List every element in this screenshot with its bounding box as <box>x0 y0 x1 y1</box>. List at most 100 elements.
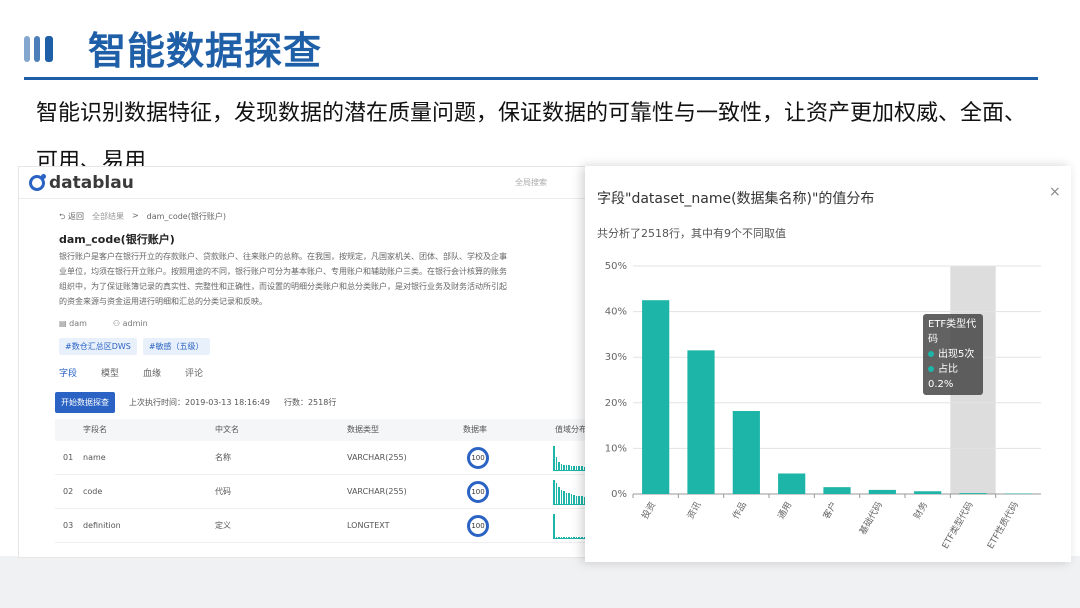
data-rate-badge: 100 <box>467 447 489 469</box>
x-tick-label: 投资 <box>639 500 658 522</box>
asset-description: 银行账户是客户在银行开立的存款账户、贷款账户、往来账户的总称。在我国，按规定，凡… <box>59 252 507 306</box>
teal-dot-icon <box>928 366 934 372</box>
datablau-logo[interactable]: datablau <box>29 173 134 193</box>
start-profiling-button[interactable]: 开始数据探查 <box>55 392 115 413</box>
sparkline-bar <box>570 465 573 470</box>
field-type: VARCHAR(255) <box>347 487 407 496</box>
app-topbar: datablau 全局搜索 <box>19 167 589 199</box>
profiling-bar: 开始数据探查 上次执行时间：2019-03-13 18:16:49 行数：251… <box>55 392 336 413</box>
asset-tabs: 字段 模型 血缘 评论 <box>59 366 203 379</box>
x-tick-label: ETF类型代码 <box>939 500 976 551</box>
sparkline-bar <box>560 536 563 538</box>
row-count: 行数：2518行 <box>283 398 337 407</box>
tooltip-title: ETF类型代码 <box>928 319 977 345</box>
bar <box>778 473 806 494</box>
breadcrumb-separator: > <box>131 211 139 220</box>
sparkline-bar <box>568 493 570 504</box>
datablau-logo-icon <box>29 174 46 191</box>
table-row[interactable]: 03 definition 定义 LONGTEXT 100 <box>55 509 589 543</box>
x-tick-label: 客户 <box>820 500 839 522</box>
header-distribution[interactable]: 值域分布 <box>555 419 587 441</box>
close-icon[interactable]: × <box>1049 184 1061 200</box>
field-type: VARCHAR(255) <box>347 453 407 462</box>
back-link[interactable]: ⮌ 返回 <box>59 211 84 225</box>
data-rate-badge: 100 <box>467 481 489 503</box>
row-number: 03 <box>63 521 74 530</box>
bar <box>959 493 987 494</box>
global-search-input[interactable]: 全局搜索 <box>501 174 589 192</box>
tab-fields[interactable]: 字段 <box>59 366 77 379</box>
bar <box>914 491 942 494</box>
tab-lineage[interactable]: 血缘 <box>143 366 161 379</box>
field-cn-name: 代码 <box>215 487 231 496</box>
value-distribution-dialog: 字段"dataset_name(数据集名称)"的值分布 × 共分析了2518行，… <box>585 166 1071 562</box>
asset-meta: ▤ dam ⚇ admin <box>59 319 148 328</box>
y-tick-label: 10% <box>605 443 627 454</box>
header-data-type[interactable]: 数据类型 <box>347 419 379 441</box>
last-run-time: 上次执行时间：2019-03-13 18:16:49 <box>129 398 270 407</box>
sparkline-bar <box>553 480 555 504</box>
dialog-title: 字段"dataset_name(数据集名称)"的值分布 <box>597 191 875 207</box>
breadcrumb-results[interactable]: 全部结果 <box>92 211 124 225</box>
header-field-name[interactable]: 字段名 <box>83 419 107 441</box>
y-tick-label: 30% <box>605 352 627 363</box>
sparkline-bar <box>563 491 565 504</box>
sparkline-bar <box>558 487 560 504</box>
tag-sensitive[interactable]: #敏感（五级） <box>142 338 210 355</box>
sparkline-bar <box>558 536 560 538</box>
owner-meta: ⚇ admin <box>112 319 148 328</box>
field-cn-name: 定义 <box>215 521 231 530</box>
field-type: LONGTEXT <box>347 521 390 530</box>
sparkline-bar <box>581 496 583 504</box>
y-tick-label: 50% <box>605 261 627 272</box>
tooltip-ratio: 占比0.2% <box>928 364 958 390</box>
sparkline-bar <box>578 536 581 538</box>
sparkline-bar <box>555 456 558 470</box>
sparkline-bar <box>573 494 575 504</box>
header-data-rate[interactable]: 数据率 <box>463 419 487 441</box>
footer-band <box>0 556 1080 608</box>
field-name: definition <box>83 521 121 530</box>
sparkline-bar <box>570 536 573 538</box>
bar <box>868 489 896 494</box>
sparkline-bar <box>558 461 560 470</box>
value-distribution-chart: 0% 10% 20% 30% 40% 50% 投资 资讯 作品 通用 客户 基础代码 财务 ETF类型代码… <box>605 261 1041 551</box>
dialog-summary: 共分析了2518行，其中有9个不同取值 <box>597 227 786 240</box>
sparkline-bar <box>560 464 563 470</box>
tab-comments[interactable]: 评论 <box>185 366 203 379</box>
sparkline-bar <box>573 465 575 470</box>
logo-text: datablau <box>49 173 134 193</box>
sparkline-bar <box>563 464 565 470</box>
y-tick-label: 20% <box>605 398 627 409</box>
breadcrumb-current: dam_code(银行账户) <box>146 212 226 221</box>
bar <box>687 350 715 494</box>
tag-dws[interactable]: #数仓汇总区DWS <box>59 338 137 355</box>
sparkline-bar <box>575 466 578 470</box>
field-name: code <box>83 487 103 496</box>
slide-title: 智能数据探查 <box>88 29 323 73</box>
app-window: datablau 全局搜索 ⮌ 返回 全部结果 > dam_code(银行账户)… <box>18 166 590 558</box>
y-tick-label: 0% <box>611 489 627 500</box>
tab-model[interactable]: 模型 <box>101 366 119 379</box>
breadcrumb: ⮌ 返回 全部结果 > dam_code(银行账户) <box>59 211 226 225</box>
table-row[interactable]: 02 code 代码 VARCHAR(255) 100 <box>55 475 589 509</box>
x-tick-label: 作品 <box>730 500 749 522</box>
tooltip-count: 出现5次 <box>928 347 978 362</box>
sparkline-bar <box>553 514 555 538</box>
header-cn-name[interactable]: 中文名 <box>215 419 239 441</box>
sparkline-bar <box>563 536 565 538</box>
x-tick-label: 通用 <box>776 500 795 521</box>
sparkline-bar <box>568 536 570 538</box>
sparkline-bar <box>553 446 555 470</box>
sparkline-bar <box>578 495 581 504</box>
bar <box>732 411 760 494</box>
sparkline-bar <box>565 465 568 470</box>
bar <box>642 300 670 494</box>
chart-tooltip: ETF类型代码 出现5次 占比0.2% <box>923 314 983 395</box>
sparkline-bar <box>581 536 583 538</box>
sparkline-bar <box>575 495 578 504</box>
sparkline-bar <box>581 466 583 470</box>
title-divider <box>24 77 1038 80</box>
asset-title: dam_code(银行账户) <box>59 233 175 246</box>
table-row[interactable]: 01 name 名称 VARCHAR(255) 100 <box>55 441 589 475</box>
